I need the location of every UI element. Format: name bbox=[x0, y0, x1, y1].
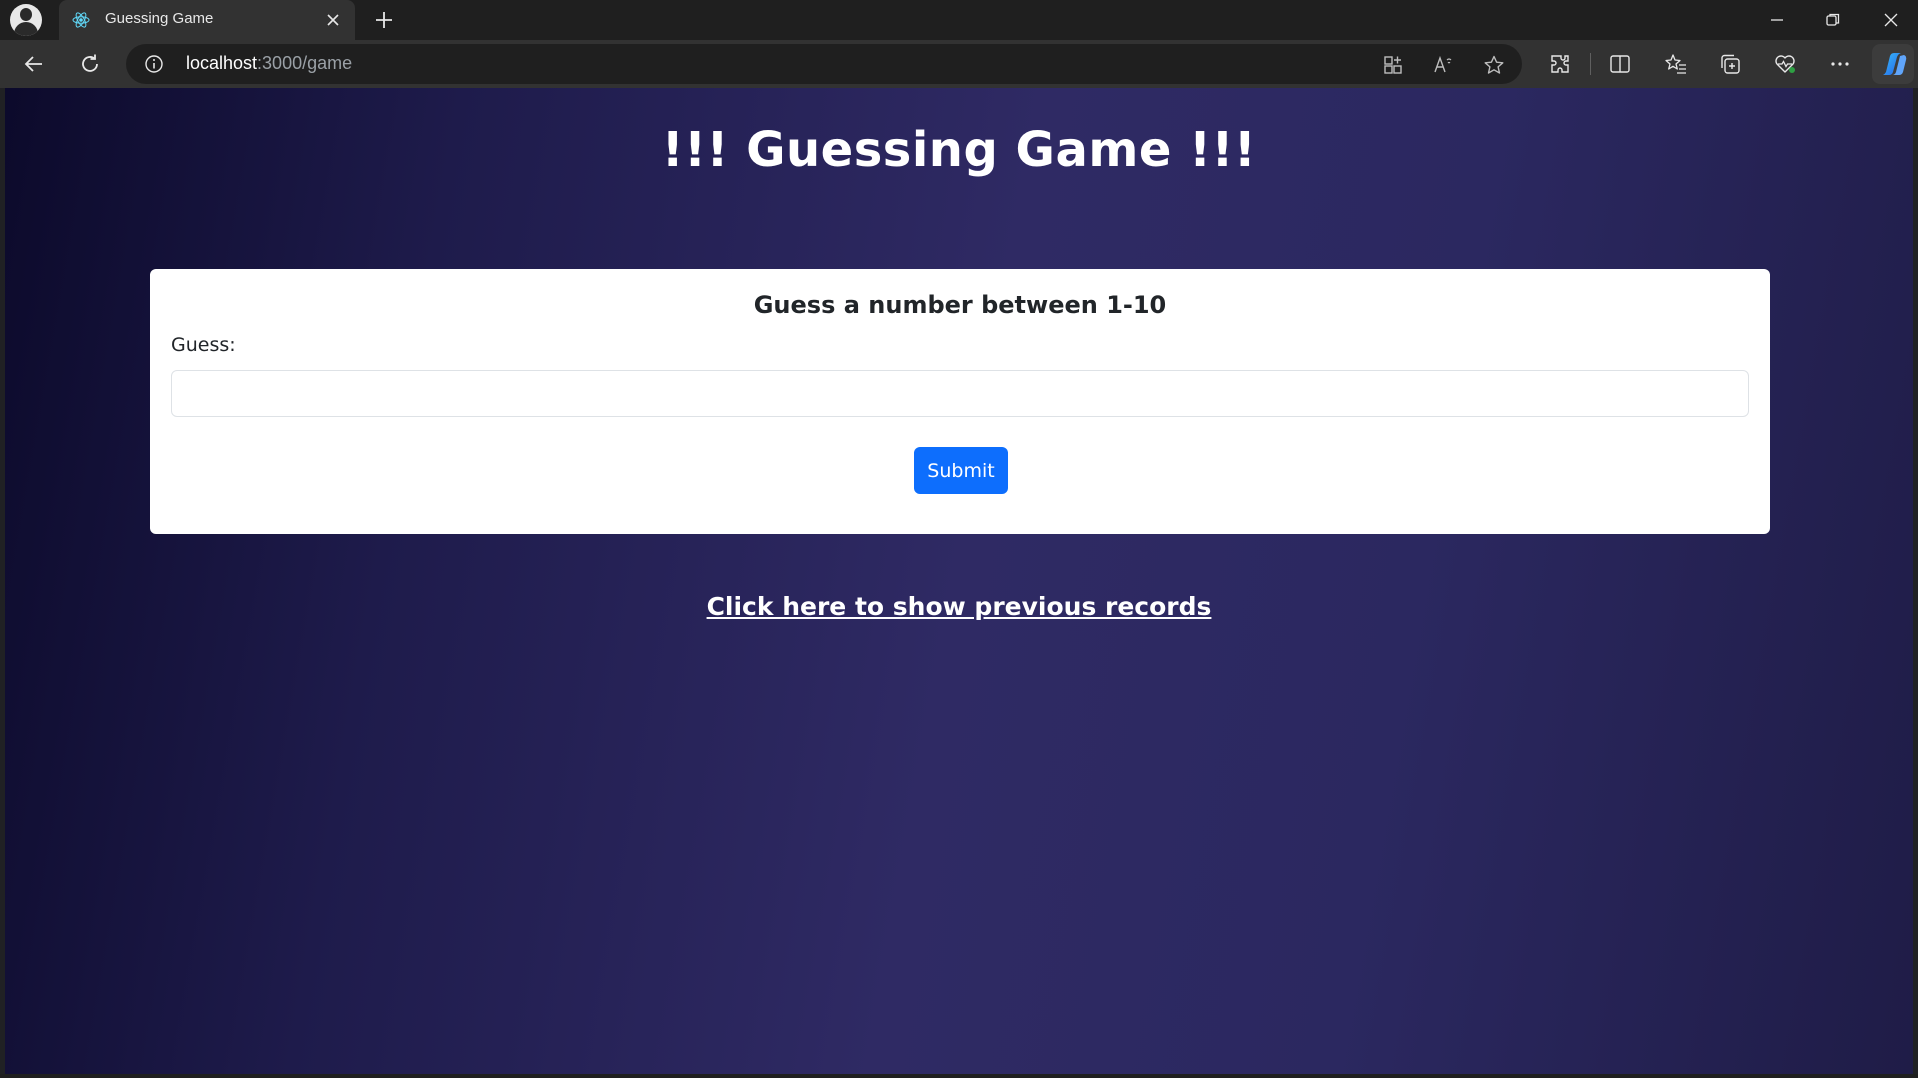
window-bottom-edge bbox=[0, 1074, 1918, 1078]
submit-button[interactable]: Submit bbox=[914, 447, 1008, 494]
close-tab-icon[interactable] bbox=[323, 10, 343, 30]
app-available-icon[interactable] bbox=[1382, 54, 1404, 76]
tab-title: Guessing Game bbox=[105, 10, 214, 27]
extensions-icon[interactable] bbox=[1548, 52, 1572, 76]
split-screen-icon[interactable] bbox=[1608, 52, 1632, 76]
page-title: !!! Guessing Game !!! bbox=[661, 122, 1257, 178]
new-tab-icon[interactable] bbox=[372, 8, 396, 32]
copilot-button[interactable] bbox=[1872, 44, 1914, 84]
favorites-icon[interactable] bbox=[1664, 52, 1688, 76]
card-heading: Guess a number between 1-10 bbox=[753, 291, 1167, 319]
guess-input[interactable] bbox=[171, 370, 1749, 417]
browser-tab-active[interactable]: Guessing Game bbox=[59, 0, 355, 40]
guess-form-card: Guess a number between 1-10 Guess: Submi… bbox=[150, 269, 1770, 534]
guess-label: Guess: bbox=[171, 334, 236, 356]
browser-titlebar: Guessing Game bbox=[0, 0, 1918, 40]
restore-icon[interactable] bbox=[1823, 10, 1843, 30]
reload-icon[interactable] bbox=[78, 52, 102, 76]
profile-avatar[interactable] bbox=[10, 4, 42, 36]
page-viewport: !!! Guessing Game !!! Guess a number bet… bbox=[5, 88, 1913, 1074]
close-window-icon[interactable] bbox=[1881, 10, 1901, 30]
browser-toolbar: localhost:3000/game bbox=[0, 40, 1918, 88]
favorite-star-icon[interactable] bbox=[1483, 54, 1505, 76]
records-link-container: Click here to show previous records bbox=[5, 592, 1913, 621]
show-previous-records-link[interactable]: Click here to show previous records bbox=[707, 592, 1212, 621]
browser-essentials-icon[interactable] bbox=[1773, 52, 1797, 76]
read-aloud-icon[interactable] bbox=[1432, 54, 1454, 76]
site-info-icon[interactable] bbox=[144, 54, 164, 74]
address-bar[interactable]: localhost:3000/game bbox=[126, 44, 1522, 84]
address-url[interactable]: localhost:3000/game bbox=[186, 53, 352, 74]
minimize-icon[interactable] bbox=[1767, 10, 1787, 30]
react-icon bbox=[72, 12, 90, 28]
collections-icon[interactable] bbox=[1718, 52, 1742, 76]
back-icon[interactable] bbox=[22, 52, 46, 76]
more-options-icon[interactable] bbox=[1828, 52, 1852, 76]
copilot-icon bbox=[1883, 53, 1907, 75]
address-host: localhost bbox=[186, 53, 258, 73]
address-path: :3000/game bbox=[257, 53, 353, 73]
toolbar-separator bbox=[1590, 53, 1591, 75]
